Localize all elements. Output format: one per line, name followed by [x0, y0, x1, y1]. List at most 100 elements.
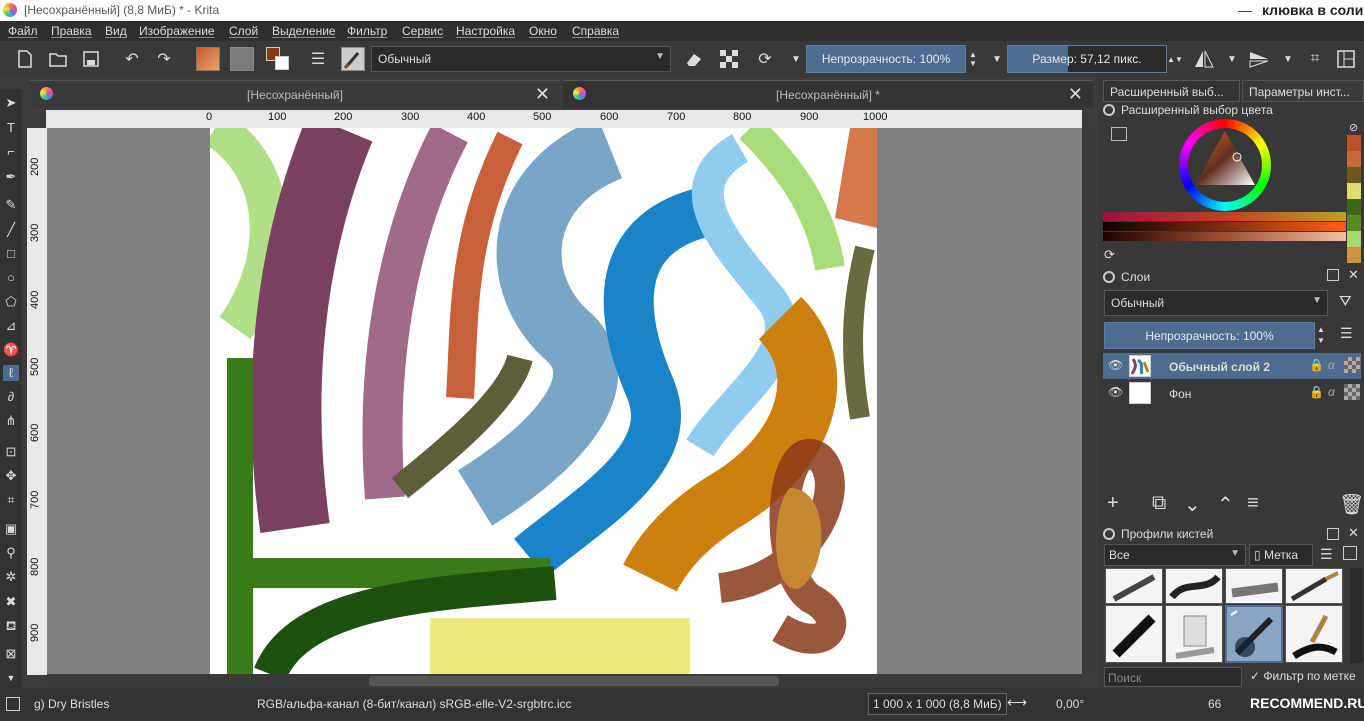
- menu-icon[interactable]: ☰: [1320, 546, 1333, 563]
- fg-bg-color-icon[interactable]: [266, 47, 290, 71]
- color-swatch[interactable]: [1347, 199, 1361, 215]
- layer-opacity-stepper[interactable]: ▲ ▼: [1317, 324, 1325, 346]
- close-icon[interactable]: ✕: [1068, 84, 1083, 105]
- lock-docker-icon[interactable]: [1103, 528, 1115, 540]
- color-picker-icon[interactable]: ⚲: [3, 545, 19, 561]
- brush-scrollbar[interactable]: [1350, 568, 1363, 663]
- layers-blend-select[interactable]: Обычный ▼: [1104, 290, 1328, 316]
- brush-preset-tile[interactable]: [1105, 568, 1163, 604]
- chevron-down-icon[interactable]: ▼: [1276, 47, 1300, 71]
- size-stepper[interactable]: ▲▼: [1167, 47, 1183, 71]
- line-tool-icon[interactable]: ╱: [3, 222, 19, 238]
- calligraphy-icon[interactable]: ✒: [3, 169, 19, 185]
- brush-preset-tile[interactable]: [1285, 568, 1343, 604]
- menu-tools[interactable]: Сервис: [402, 24, 443, 38]
- close-icon[interactable]: ✕: [1348, 267, 1359, 283]
- brush-preset-tile[interactable]: [1225, 568, 1283, 604]
- lock-docker-icon[interactable]: [1103, 104, 1115, 116]
- eraser-icon[interactable]: [682, 47, 706, 71]
- menu-select[interactable]: Выделение: [272, 24, 336, 38]
- redo-icon[interactable]: ↷: [152, 47, 176, 71]
- dynamic-brush-icon[interactable]: ∂: [3, 389, 19, 405]
- undo-icon[interactable]: ↶: [120, 47, 144, 71]
- menu-filter[interactable]: Фильтр: [347, 24, 387, 38]
- text-tool-icon[interactable]: T: [3, 120, 19, 136]
- reload-preset-icon[interactable]: ⟳: [753, 47, 777, 71]
- layer-row[interactable]: 👁 Обычный слой 2 🔒 α: [1103, 353, 1361, 379]
- opacity-slider[interactable]: Непрозрачность: 100%: [806, 45, 966, 73]
- brush-preset-tile[interactable]: [1285, 605, 1343, 663]
- move-down-icon[interactable]: ⌄: [1184, 492, 1201, 517]
- blend-mode-select[interactable]: Обычный ▼: [371, 46, 671, 72]
- brush-preset-tile-selected[interactable]: [1225, 605, 1283, 663]
- close-icon[interactable]: ✕: [1348, 525, 1359, 541]
- lock-icon[interactable]: 🔒: [1309, 385, 1324, 399]
- save-icon[interactable]: [79, 47, 103, 71]
- value-bar[interactable]: [1103, 222, 1346, 231]
- brush-tool-icon[interactable]: ✎: [3, 197, 19, 213]
- mirror-horizontal-icon[interactable]: [1192, 47, 1216, 71]
- brush-search-input[interactable]: Поиск: [1104, 667, 1242, 687]
- color-swatch[interactable]: [1347, 135, 1361, 151]
- minimize-icon[interactable]: —: [1238, 2, 1252, 18]
- alpha-icon[interactable]: α: [1328, 358, 1335, 372]
- select-rect-icon[interactable]: ⊠: [3, 646, 19, 662]
- assistant-tool-icon[interactable]: ✖: [3, 594, 19, 610]
- inherit-alpha-icon[interactable]: [1344, 357, 1360, 373]
- menu-help[interactable]: Справка: [572, 24, 619, 38]
- inherit-alpha-icon[interactable]: [1344, 384, 1360, 400]
- brush-tag-button[interactable]: ▯ Метка: [1249, 544, 1313, 566]
- color-swatch[interactable]: [1347, 183, 1361, 199]
- crop-icon[interactable]: ⌗: [1303, 47, 1327, 71]
- color-swatch[interactable]: [1347, 151, 1361, 167]
- smart-patch-icon[interactable]: ✲: [3, 569, 19, 585]
- chevron-down-icon[interactable]: ▼: [985, 47, 1009, 71]
- brush-preset-tile[interactable]: [1165, 605, 1223, 663]
- gradient-icon[interactable]: [196, 47, 220, 71]
- brush-filter-select[interactable]: Все ▼: [1104, 544, 1246, 566]
- alpha-lock-icon[interactable]: [717, 47, 741, 71]
- select-pointer-icon[interactable]: ➤: [3, 95, 19, 111]
- alpha-icon[interactable]: α: [1328, 385, 1335, 399]
- bezier-tool-icon[interactable]: ♈: [3, 342, 19, 358]
- menu-settings[interactable]: Настройка: [456, 24, 515, 38]
- drawing-canvas[interactable]: [210, 128, 877, 674]
- layer-properties-icon[interactable]: ≡: [1247, 492, 1259, 515]
- eye-icon[interactable]: 👁: [1108, 385, 1123, 399]
- tab-document-1[interactable]: [Несохранённый] ✕: [30, 80, 560, 108]
- status-zoom[interactable]: 66: [1208, 697, 1221, 711]
- transform-tool-icon[interactable]: ⊡: [3, 444, 19, 460]
- move-tool-icon[interactable]: ✥: [3, 468, 19, 484]
- saturation-bar[interactable]: [1103, 232, 1346, 241]
- menu-file[interactable]: Файл: [8, 24, 38, 38]
- freehand-path-icon[interactable]: ℓ: [3, 365, 19, 381]
- menu-view[interactable]: Вид: [105, 24, 127, 38]
- tab-document-2[interactable]: [Несохранённый] * ✕: [563, 80, 1093, 108]
- eye-icon[interactable]: 👁: [1108, 358, 1123, 372]
- tab-advanced-color[interactable]: Расширенный выб...: [1103, 80, 1240, 102]
- tab-tool-options[interactable]: Параметры инст...: [1242, 80, 1364, 102]
- brush-preset-tile[interactable]: [1105, 605, 1163, 663]
- pattern-icon[interactable]: [230, 47, 254, 71]
- float-docker-icon[interactable]: [1327, 269, 1339, 281]
- menu-layer[interactable]: Слой: [229, 24, 258, 38]
- workspace-icon[interactable]: [1334, 47, 1358, 71]
- edit-shapes-icon[interactable]: ⌐: [3, 144, 19, 160]
- clear-swatch-icon[interactable]: ⊘: [1349, 121, 1358, 134]
- view-mode-icon[interactable]: [1343, 546, 1357, 560]
- refresh-icon[interactable]: ⟳: [1104, 247, 1115, 263]
- polygon-tool-icon[interactable]: ⬠: [3, 294, 19, 310]
- color-swatch[interactable]: [1347, 231, 1361, 247]
- mirror-vertical-icon[interactable]: [1247, 47, 1271, 71]
- chevron-down-icon[interactable]: ▼: [1220, 47, 1244, 71]
- color-settings-icon[interactable]: [1111, 127, 1127, 141]
- polyline-tool-icon[interactable]: ⊿: [3, 318, 19, 334]
- scrollbar-thumb[interactable]: [369, 676, 779, 686]
- opacity-stepper[interactable]: ▲ ▼: [966, 47, 980, 71]
- chevron-down-icon[interactable]: ▼: [3, 670, 19, 686]
- lock-icon[interactable]: 🔒: [1309, 358, 1324, 372]
- delete-layer-icon[interactable]: 🗑: [1339, 492, 1364, 517]
- multibrush-icon[interactable]: ⋔: [3, 413, 19, 429]
- float-docker-icon[interactable]: [1327, 528, 1339, 540]
- ellipse-tool-icon[interactable]: ○: [3, 270, 19, 286]
